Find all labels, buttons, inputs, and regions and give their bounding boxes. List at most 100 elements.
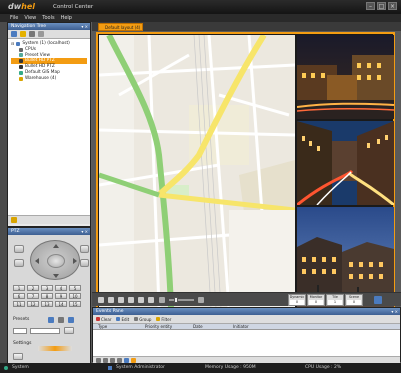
counter-value[interactable]: 0: [347, 300, 361, 305]
edit-button[interactable]: Edit: [116, 317, 129, 322]
last-page-icon[interactable]: [117, 357, 122, 363]
counter-value[interactable]: 0: [290, 300, 304, 305]
camera-tile[interactable]: [297, 121, 394, 205]
preset-button[interactable]: 11: [13, 301, 25, 307]
preset-button[interactable]: 3: [41, 285, 53, 291]
tile-layout-icon[interactable]: [98, 297, 104, 303]
speed-slider[interactable]: [38, 346, 72, 351]
settings-icon[interactable]: [11, 31, 17, 37]
fullscreen-icon[interactable]: [108, 297, 114, 303]
counter-dynamic: Dynamic 0: [288, 294, 306, 306]
events-pane: Events Pane ▾ × Clear Edit Group Filter …: [92, 307, 401, 363]
search-icon[interactable]: [38, 31, 44, 37]
column-date[interactable]: Date: [193, 324, 203, 330]
title-bar: dwhel Control Center – □ ×: [0, 0, 401, 14]
clear-button[interactable]: Clear: [96, 317, 111, 322]
column-priority-entity[interactable]: Priority entity: [145, 324, 172, 330]
menu-tools[interactable]: Tools: [42, 14, 54, 22]
collapse-icon[interactable]: ⊟: [11, 41, 14, 47]
first-page-icon[interactable]: [96, 357, 101, 363]
preset-apply-button[interactable]: [64, 327, 74, 334]
video-grid: [96, 32, 395, 309]
snapshot-icon[interactable]: [128, 297, 134, 303]
preset-edit-icon[interactable]: [68, 317, 74, 323]
preset-button[interactable]: 15: [69, 301, 81, 307]
filter-button[interactable]: Filter: [156, 317, 171, 322]
preset-button[interactable]: 8: [41, 293, 53, 299]
minimize-icon[interactable]: –: [366, 2, 375, 10]
preset-name-input[interactable]: [30, 328, 60, 334]
arrow-down-icon[interactable]: [53, 274, 59, 278]
preset-number-input[interactable]: [13, 328, 27, 334]
gis-map-tile[interactable]: [99, 35, 295, 308]
column-type[interactable]: Type: [98, 324, 107, 330]
status-system: System: [12, 365, 29, 370]
button-label: Edit: [121, 316, 130, 322]
zoom-out-icon[interactable]: [159, 297, 165, 303]
filter-icon[interactable]: [20, 31, 26, 37]
edit-icon: [116, 317, 121, 321]
counter-value[interactable]: 1: [328, 300, 342, 305]
column-initiator[interactable]: Initiator: [233, 324, 249, 330]
events-table-body[interactable]: [93, 330, 400, 356]
ptz-center-button[interactable]: [47, 254, 65, 268]
slider-knob[interactable]: [174, 297, 178, 303]
zoom-slider[interactable]: [169, 297, 194, 303]
preset-button[interactable]: 9: [55, 293, 67, 299]
ptz-joystick[interactable]: [30, 240, 80, 280]
panel-close-icon[interactable]: ▾ ×: [81, 23, 88, 30]
video-control-bar: Dynamic 0 Monitor 0 Tile 1 Scene 0: [92, 292, 401, 306]
maximize-icon[interactable]: □: [377, 2, 386, 10]
preset-save-icon[interactable]: [48, 317, 54, 323]
record-icon[interactable]: [138, 297, 144, 303]
preset-button[interactable]: 7: [27, 293, 39, 299]
user-icon: [108, 366, 112, 370]
preset-button[interactable]: 2: [27, 285, 39, 291]
refresh-icon[interactable]: [118, 297, 124, 303]
zoom-out-button[interactable]: [14, 259, 24, 267]
dropdown-icon[interactable]: [29, 31, 35, 37]
preset-goto-icon[interactable]: [58, 317, 64, 323]
panel-close-icon[interactable]: ▾ ×: [81, 228, 88, 235]
counter-value[interactable]: 0: [309, 300, 323, 305]
map-icon: [19, 70, 23, 75]
view-icon: [19, 53, 23, 58]
preset-button[interactable]: 6: [13, 293, 25, 299]
close-icon[interactable]: ×: [388, 2, 397, 10]
menu-file[interactable]: File: [10, 14, 18, 22]
control-center-window: dwhel Control Center – □ × File View Too…: [0, 0, 401, 373]
ptz-mode-button[interactable]: [13, 353, 23, 360]
focus-near-button[interactable]: [80, 245, 89, 253]
preset-button[interactable]: 1: [13, 285, 25, 291]
preset-button[interactable]: 10: [69, 293, 81, 299]
camera-tile[interactable]: [297, 35, 394, 119]
next-page-icon[interactable]: [110, 357, 115, 363]
menu-help[interactable]: Help: [61, 14, 72, 22]
presets-label: Presets: [13, 317, 30, 322]
apply-icon[interactable]: [374, 296, 382, 304]
menu-view[interactable]: View: [24, 14, 36, 22]
arrow-right-icon[interactable]: [73, 258, 77, 264]
delete-icon[interactable]: [148, 297, 154, 303]
group-button[interactable]: Group: [134, 317, 151, 322]
export-icon[interactable]: [124, 357, 129, 363]
preset-button[interactable]: 13: [41, 301, 53, 307]
arrow-up-icon[interactable]: [53, 244, 59, 248]
events-toolbar: Clear Edit Group Filter: [93, 315, 400, 324]
preset-button[interactable]: 4: [55, 285, 67, 291]
focus-far-button[interactable]: [80, 259, 89, 267]
tree-footer: [8, 215, 90, 224]
group-icon: [134, 317, 139, 321]
folder-icon[interactable]: [11, 217, 17, 223]
panel-close-icon[interactable]: ▾ ×: [391, 308, 398, 315]
zoom-in-button[interactable]: [14, 245, 24, 253]
prev-page-icon[interactable]: [103, 357, 108, 363]
tab-default-layout[interactable]: Default layout (4): [98, 23, 143, 31]
tree-node[interactable]: Warehouse (4): [11, 76, 87, 82]
alert-icon[interactable]: [131, 357, 136, 363]
preset-button[interactable]: 5: [69, 285, 81, 291]
arrow-left-icon[interactable]: [35, 258, 39, 264]
preset-button[interactable]: 14: [55, 301, 67, 307]
zoom-in-icon[interactable]: [198, 297, 204, 303]
preset-button[interactable]: 12: [27, 301, 39, 307]
